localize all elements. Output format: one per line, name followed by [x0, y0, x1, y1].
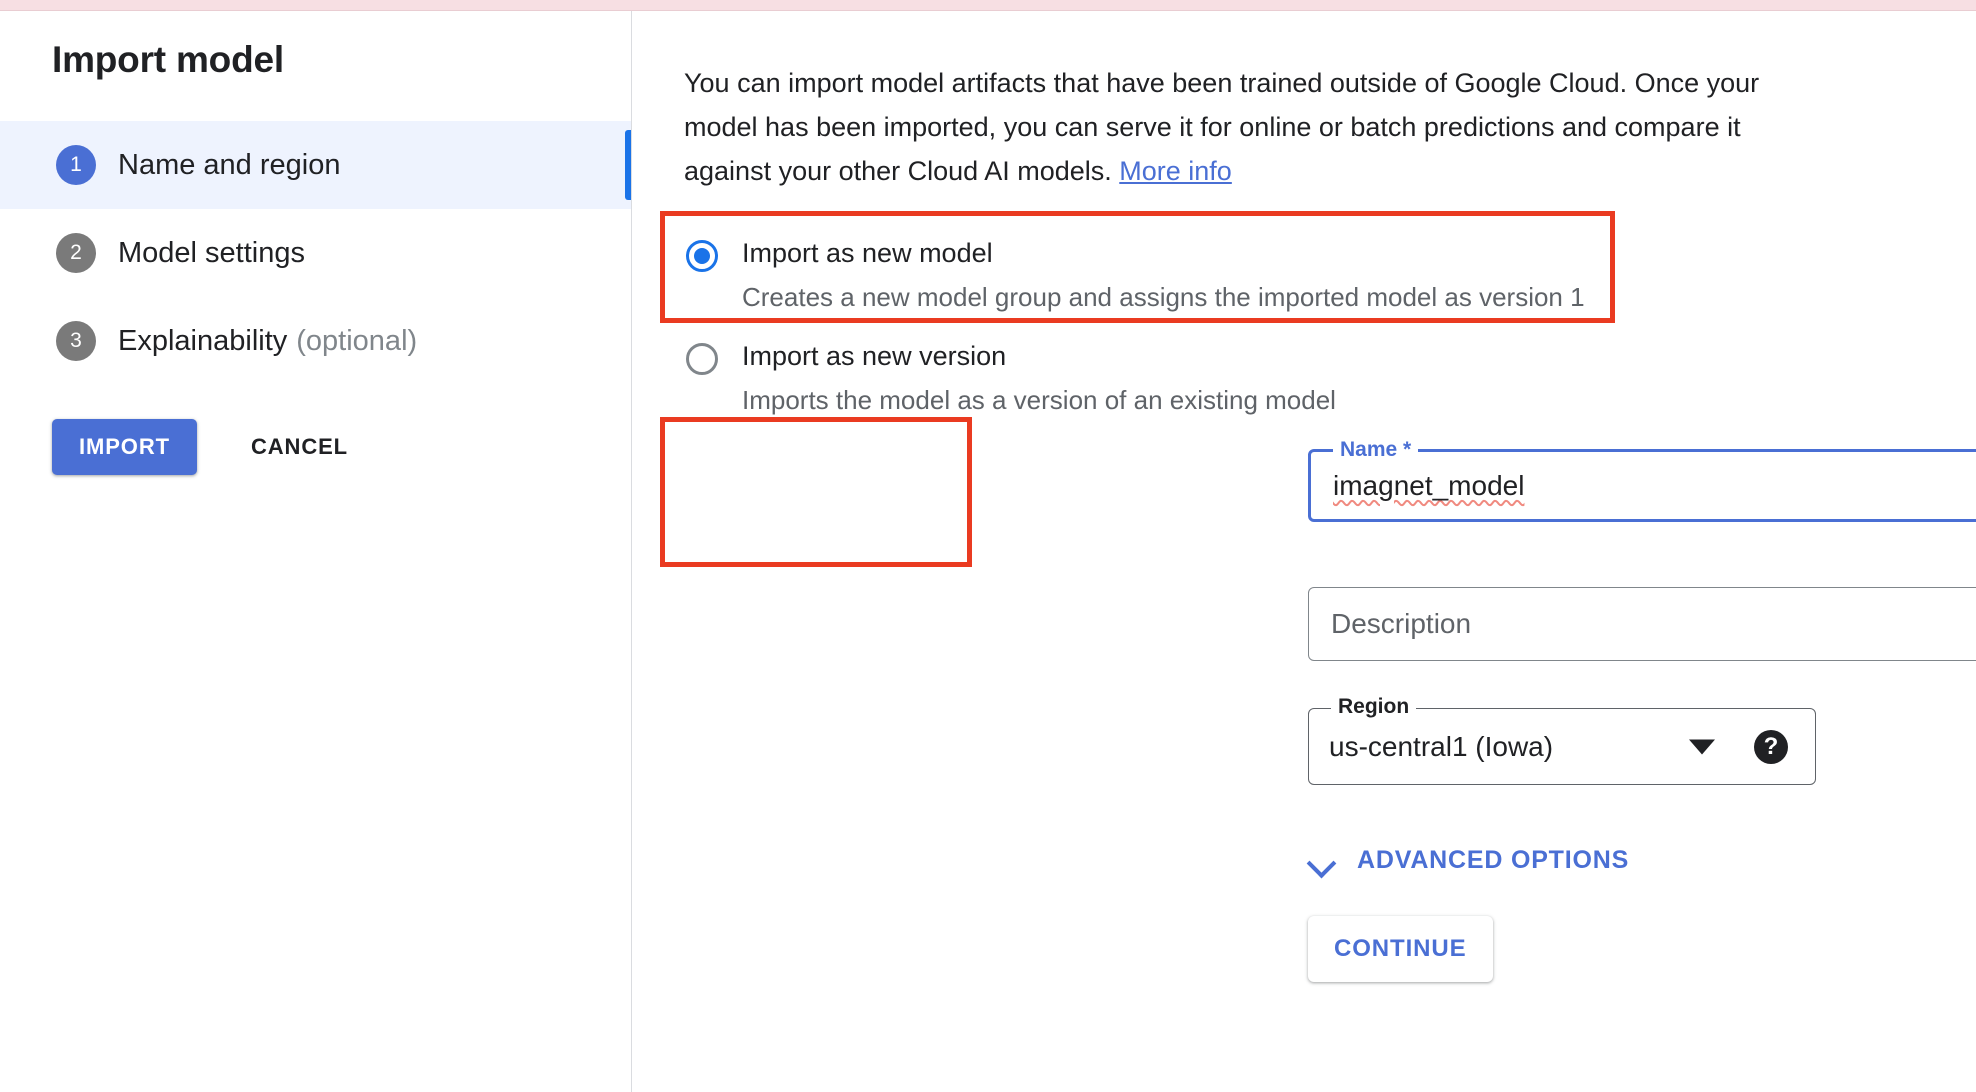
radio-option-texts: Import as new version Imports the model … [742, 339, 1336, 416]
step-number-badge: 1 [56, 145, 96, 185]
name-field-label: Name * [1333, 437, 1419, 463]
sidebar-actions: IMPORT CANCEL [52, 419, 358, 475]
sidebar-step-optional-tag: (optional) [296, 324, 418, 357]
cancel-button[interactable]: CANCEL [241, 419, 358, 475]
chevron-down-icon [1308, 848, 1334, 874]
radio-option-import-as-new-version[interactable]: Import as new version Imports the model … [668, 329, 1868, 416]
sidebar-step-label: Explainability [118, 324, 288, 357]
page-title: Import model [52, 39, 284, 80]
description-placeholder: Description [1331, 608, 1472, 639]
import-mode-radio-group: Import as new model Creates a new model … [668, 226, 1868, 416]
step-number-badge: 2 [56, 233, 96, 273]
active-step-indicator [625, 130, 631, 200]
wizard-steps: 1 Name and region 2 Model settings 3 Exp… [0, 121, 631, 385]
region-selected-value: us-central1 (Iowa) [1329, 730, 1554, 762]
wizard-content-pane: You can import model artifacts that have… [632, 11, 1976, 1092]
region-select-field[interactable]: Region us-central1 (Iowa) ? [1308, 694, 1816, 785]
sidebar-step-model-settings[interactable]: 2 Model settings [0, 209, 631, 297]
wizard-sidebar: Import model 1 Name and region 2 Model s… [0, 11, 631, 1092]
radio-selected-icon[interactable] [686, 240, 718, 272]
sidebar-step-name-and-region[interactable]: 1 Name and region [0, 121, 631, 209]
top-status-band [0, 0, 1976, 11]
name-input-value[interactable]: imagnet_model [1333, 470, 1524, 502]
sidebar-step-label: Model settings [118, 236, 305, 269]
radio-option-subtitle: Creates a new model group and assigns th… [742, 282, 1585, 312]
chevron-down-icon[interactable] [1689, 739, 1715, 754]
radio-option-subtitle: Imports the model as a version of an exi… [742, 385, 1336, 415]
import-model-page: Import model 1 Name and region 2 Model s… [0, 0, 1976, 1092]
radio-unselected-icon[interactable] [686, 343, 718, 375]
intro-paragraph: You can import model artifacts that have… [684, 61, 1784, 193]
description-input-field[interactable]: Description [1308, 587, 1976, 661]
radio-option-import-as-new-model[interactable]: Import as new model Creates a new model … [668, 226, 1868, 313]
help-icon[interactable]: ? [1754, 729, 1788, 764]
sidebar-step-label: Name and region [118, 148, 341, 181]
sidebar-step-explainability[interactable]: 3 Explainability (optional) [0, 297, 631, 385]
radio-option-title: Import as new model [742, 238, 993, 268]
advanced-options-label: ADVANCED OPTIONS [1357, 846, 1630, 874]
more-info-link[interactable]: More info [1119, 156, 1232, 186]
advanced-options-toggle[interactable]: ADVANCED OPTIONS [1308, 846, 1629, 875]
region-field-label: Region [1331, 694, 1417, 720]
continue-button[interactable]: CONTINUE [1308, 916, 1493, 982]
name-input-field[interactable]: Name * imagnet_model [1308, 437, 1976, 522]
radio-option-texts: Import as new model Creates a new model … [742, 236, 1585, 313]
radio-option-title: Import as new version [742, 341, 1007, 371]
import-button[interactable]: IMPORT [52, 419, 197, 475]
step-number-badge: 3 [56, 321, 96, 361]
